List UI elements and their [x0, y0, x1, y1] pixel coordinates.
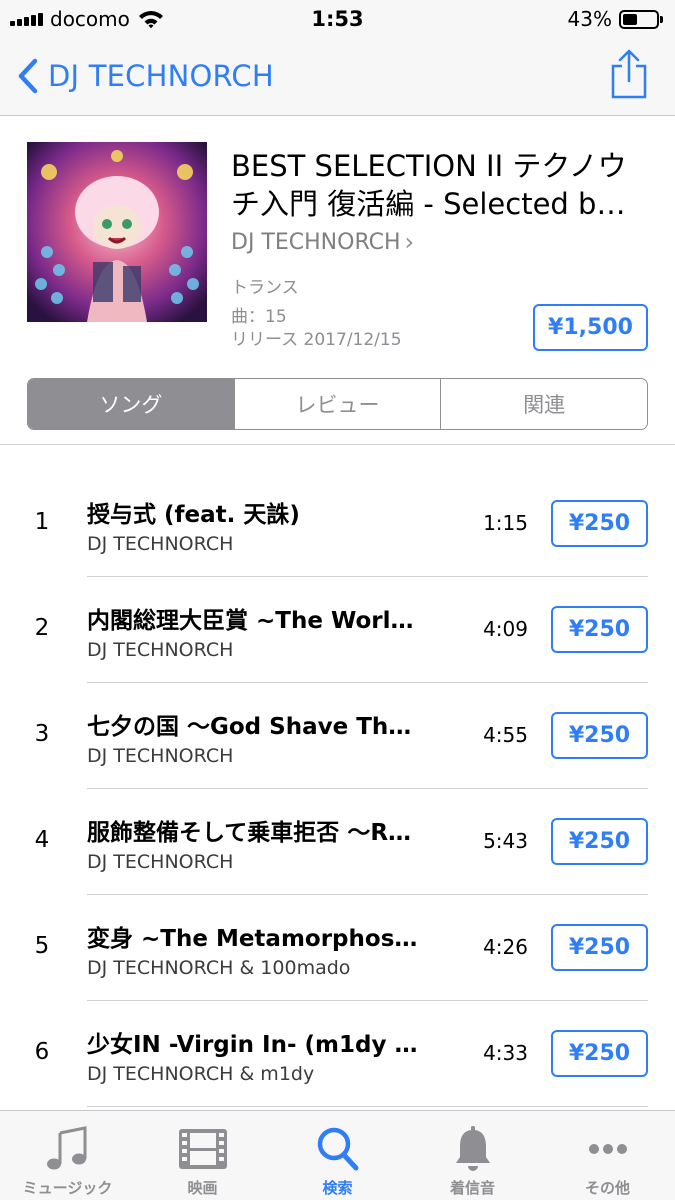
track-title: 変身 ~The Metamorphosis~	[87, 926, 422, 952]
album-release-date: リリース 2017/12/15	[231, 330, 402, 350]
track-row[interactable]: 3 七夕の国 〜God Shave The Queen〜 DJ TECHNORC…	[0, 683, 675, 789]
tab-ringtones[interactable]: 着信音	[405, 1111, 540, 1200]
album-artist-name: DJ TECHNORCH	[231, 229, 401, 255]
search-icon	[317, 1127, 358, 1171]
tab-movies[interactable]: 映画	[135, 1111, 270, 1200]
track-number: 3	[34, 721, 50, 747]
track-number: 5	[34, 933, 50, 959]
tab-more[interactable]: その他	[540, 1111, 675, 1200]
chevron-left-icon	[18, 58, 38, 94]
track-duration: 4:33	[483, 1041, 528, 1065]
track-row[interactable]: 2 内閣総理大臣賞 ~The World~ DJ TECHNORCH 4:09 …	[0, 577, 675, 683]
track-duration: 4:55	[483, 723, 528, 747]
track-row[interactable]: 1 授与式 (feat. 天誅) DJ TECHNORCH 1:15 ¥250	[0, 471, 675, 577]
track-buy-button[interactable]: ¥250	[551, 606, 648, 653]
album-title: BEST SELECTION II テクノウチ入門 復活編 - Selected…	[231, 149, 627, 221]
track-title: 授与式 (feat. 天誅)	[87, 502, 300, 528]
divider	[0, 444, 675, 445]
track-artist: DJ TECHNORCH & 100mado	[87, 957, 351, 979]
navigation-bar: DJ TECHNORCH	[0, 38, 675, 116]
music-note-icon	[46, 1126, 86, 1170]
track-title: 七夕の国 〜God Shave The Queen〜	[87, 714, 422, 740]
back-button[interactable]: DJ TECHNORCH	[14, 56, 274, 96]
tab-label: 映画	[187, 1179, 218, 1197]
track-list: 1 授与式 (feat. 天誅) DJ TECHNORCH 1:15 ¥250 …	[0, 471, 675, 1107]
track-buy-button[interactable]: ¥250	[551, 1030, 648, 1077]
track-number: 2	[34, 615, 50, 641]
film-icon	[178, 1129, 227, 1169]
back-label: DJ TECHNORCH	[48, 59, 274, 93]
tab-label: 検索	[322, 1179, 353, 1197]
track-title: 服飾整備そして乗車拒否 〜Remix〜	[87, 820, 422, 846]
track-title: 内閣総理大臣賞 ~The World~	[87, 608, 422, 634]
album-genre: トランス	[231, 278, 299, 298]
tab-label: 着信音	[449, 1179, 495, 1197]
track-row[interactable]: 5 変身 ~The Metamorphosis~ DJ TECHNORCH & …	[0, 895, 675, 1001]
segment-related[interactable]: 関連	[440, 379, 647, 429]
tab-label: その他	[584, 1179, 630, 1197]
tab-bar: ミュージック 映画 検索 着信音 その他	[0, 1110, 675, 1200]
album-header: BEST SELECTION II テクノウチ入門 復活編 - Selected…	[0, 116, 675, 446]
segment-songs[interactable]: ソング	[28, 379, 234, 429]
album-track-count: 曲：15	[231, 307, 287, 327]
track-duration: 4:09	[483, 617, 528, 641]
track-buy-button[interactable]: ¥250	[551, 924, 648, 971]
track-buy-button[interactable]: ¥250	[551, 500, 648, 547]
tab-label: ミュージック	[22, 1179, 113, 1197]
chevron-right-icon: ›	[404, 228, 415, 256]
segmented-control: ソング レビュー 関連	[27, 378, 648, 430]
bell-icon	[455, 1126, 490, 1171]
track-artist: DJ TECHNORCH	[87, 851, 234, 873]
track-duration: 5:43	[483, 829, 528, 853]
track-number: 6	[34, 1039, 50, 1065]
album-artwork[interactable]	[27, 142, 207, 322]
track-row[interactable]: 6 少女IN -Virgin In- (m1dy remix) DJ TECHN…	[0, 1001, 675, 1107]
track-number: 1	[34, 509, 50, 535]
track-buy-button[interactable]: ¥250	[551, 818, 648, 865]
share-icon[interactable]	[610, 48, 648, 100]
more-icon	[588, 1144, 627, 1154]
track-row[interactable]: 4 服飾整備そして乗車拒否 〜Remix〜 DJ TECHNORCH 5:43 …	[0, 789, 675, 895]
tab-search[interactable]: 検索	[270, 1111, 405, 1200]
track-number: 4	[34, 827, 50, 853]
track-duration: 1:15	[483, 511, 528, 535]
track-artist: DJ TECHNORCH	[87, 533, 234, 555]
album-artist-link[interactable]: DJ TECHNORCH ›	[231, 228, 414, 256]
segment-reviews[interactable]: レビュー	[233, 379, 441, 429]
track-artist: DJ TECHNORCH	[87, 745, 234, 767]
track-buy-button[interactable]: ¥250	[551, 712, 648, 759]
album-buy-button[interactable]: ¥1,500	[533, 304, 648, 351]
battery-icon	[619, 10, 663, 29]
battery-percentage: 43%	[567, 7, 612, 31]
track-duration: 4:26	[483, 935, 528, 959]
track-artist: DJ TECHNORCH & m1dy	[87, 1063, 315, 1085]
track-title: 少女IN -Virgin In- (m1dy remix)	[87, 1032, 422, 1058]
tab-music[interactable]: ミュージック	[0, 1111, 135, 1200]
track-artist: DJ TECHNORCH	[87, 639, 234, 661]
status-bar: docomo 1:53 43%	[0, 0, 675, 38]
